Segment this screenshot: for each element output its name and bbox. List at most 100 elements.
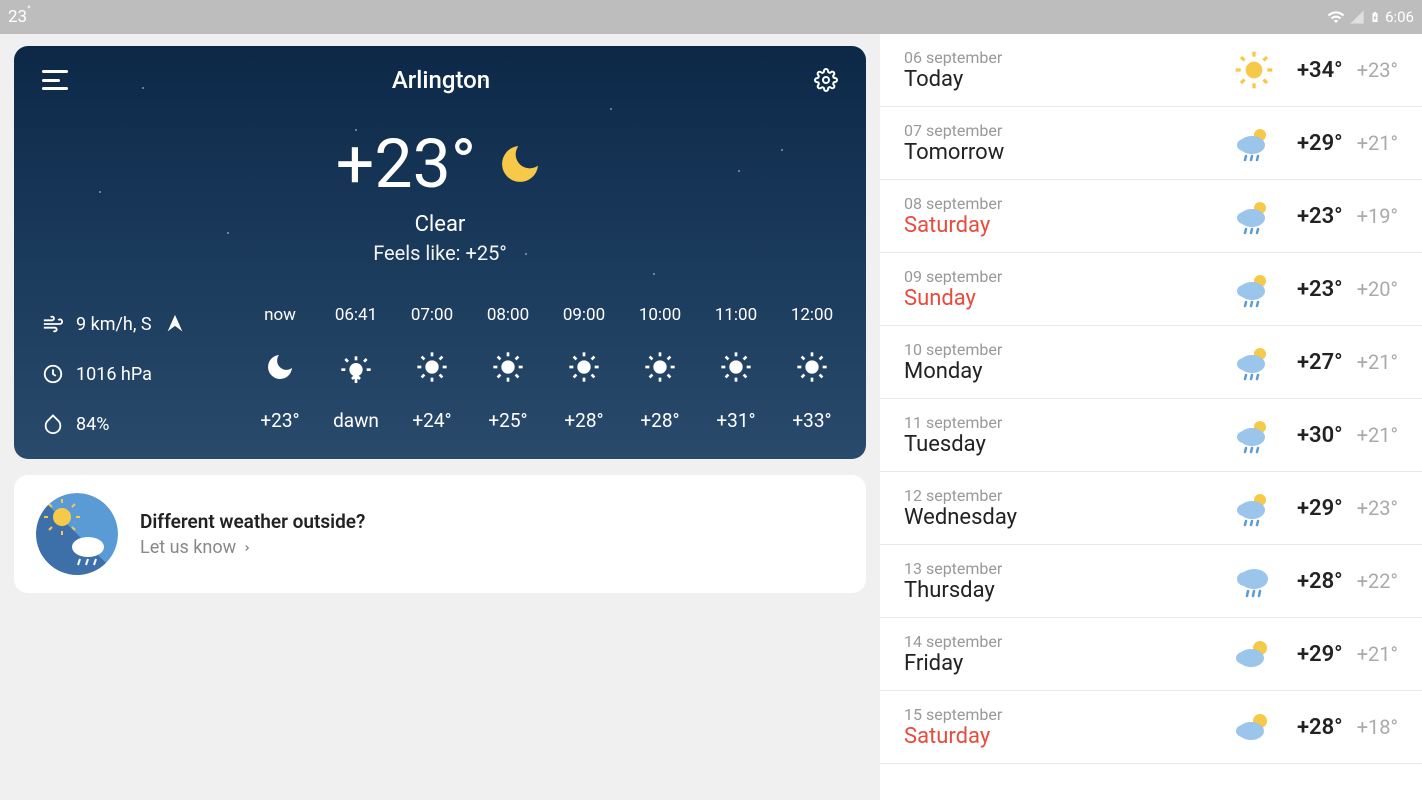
day-name: Friday xyxy=(904,651,1230,676)
pressure-icon xyxy=(42,363,64,385)
hour-time: 11:00 xyxy=(715,305,757,325)
rain-sun-icon xyxy=(1230,123,1278,163)
hour-time: 12:00 xyxy=(791,305,833,325)
day-row[interactable]: 14 september Friday +29° +21° xyxy=(880,618,1422,691)
day-high-temp: +23° xyxy=(1297,277,1343,302)
settings-button[interactable] xyxy=(814,68,838,92)
day-date: 06 september xyxy=(904,48,1230,67)
day-date: 07 september xyxy=(904,121,1230,140)
day-row[interactable]: 13 september Thursday +28° +22° xyxy=(880,545,1422,618)
hour-time: 08:00 xyxy=(487,305,529,325)
signal-icon xyxy=(1349,9,1365,25)
sun-icon xyxy=(1230,50,1278,90)
rain-sun-icon xyxy=(1230,269,1278,309)
day-name: Saturday xyxy=(904,213,1230,238)
day-name: Wednesday xyxy=(904,505,1230,530)
day-name: Saturday xyxy=(904,724,1230,749)
sun-icon xyxy=(720,349,752,385)
battery-icon xyxy=(1369,8,1381,26)
day-low-temp: +21° xyxy=(1357,642,1398,666)
day-high-temp: +28° xyxy=(1297,715,1343,740)
day-name: Tuesday xyxy=(904,432,1230,457)
hour-column: now +23° xyxy=(242,305,318,435)
day-low-temp: +22° xyxy=(1357,569,1398,593)
day-name: Monday xyxy=(904,359,1230,384)
day-date: 09 september xyxy=(904,267,1230,286)
moon-icon xyxy=(496,140,544,188)
status-time: 6:06 xyxy=(1385,8,1414,26)
daily-forecast-list[interactable]: 06 september Today +34° +23° 07 septembe… xyxy=(880,34,1422,800)
sunrise-icon xyxy=(340,349,372,385)
hour-temp: +33° xyxy=(792,409,831,432)
wind-icon xyxy=(42,313,64,335)
hour-temp: +25° xyxy=(488,409,527,432)
day-low-temp: +19° xyxy=(1357,204,1398,228)
day-low-temp: +23° xyxy=(1357,58,1398,82)
feels-like-text: Feels like: +25° xyxy=(42,241,838,265)
rain-sun-icon xyxy=(1230,196,1278,236)
day-high-temp: +30° xyxy=(1297,423,1343,448)
hour-column: 07:00 +24° xyxy=(394,305,470,435)
day-row[interactable]: 06 september Today +34° +23° xyxy=(880,34,1422,107)
chevron-right-icon xyxy=(242,541,252,555)
sun-icon xyxy=(492,349,524,385)
hour-time: 06:41 xyxy=(335,305,377,325)
day-name: Today xyxy=(904,67,1230,92)
day-name: Sunday xyxy=(904,286,1230,311)
day-date: 13 september xyxy=(904,559,1230,578)
feedback-icon xyxy=(36,493,118,575)
day-date: 11 september xyxy=(904,413,1230,432)
wind-direction-icon xyxy=(164,313,186,335)
day-row[interactable]: 08 september Saturday +23° +19° xyxy=(880,180,1422,253)
day-low-temp: +21° xyxy=(1357,350,1398,374)
rain-icon xyxy=(1230,561,1278,601)
day-high-temp: +23° xyxy=(1297,204,1343,229)
day-high-temp: +28° xyxy=(1297,569,1343,594)
rain-sun-icon xyxy=(1230,342,1278,382)
day-low-temp: +23° xyxy=(1357,496,1398,520)
day-date: 15 september xyxy=(904,705,1230,724)
feedback-card[interactable]: Different weather outside? Let us know xyxy=(14,475,866,593)
partly-icon xyxy=(1230,707,1278,747)
sun-icon xyxy=(568,349,600,385)
day-low-temp: +21° xyxy=(1357,131,1398,155)
sun-icon xyxy=(644,349,676,385)
city-title: Arlington xyxy=(392,66,490,94)
hour-temp: +24° xyxy=(412,409,451,432)
humidity-icon xyxy=(42,413,64,435)
day-row[interactable]: 09 september Sunday +23° +20° xyxy=(880,253,1422,326)
hour-time: 07:00 xyxy=(411,305,453,325)
wind-metric: 9 km/h, S xyxy=(42,313,222,335)
feedback-title: Different weather outside? xyxy=(140,510,365,533)
hour-temp: +23° xyxy=(260,409,299,432)
day-name: Tomorrow xyxy=(904,140,1230,165)
hour-column: 10:00 +28° xyxy=(622,305,698,435)
hour-temp: dawn xyxy=(333,409,379,432)
day-name: Thursday xyxy=(904,578,1230,603)
hourly-forecast[interactable]: now +23° 06:41 dawn 07:00 +24° 08:00 +25… xyxy=(242,305,838,435)
day-high-temp: +34° xyxy=(1297,58,1343,83)
moon-icon xyxy=(264,349,296,385)
day-row[interactable]: 10 september Monday +27° +21° xyxy=(880,326,1422,399)
menu-button[interactable] xyxy=(42,70,68,90)
hour-column: 12:00 +33° xyxy=(774,305,838,435)
rain-sun-icon xyxy=(1230,488,1278,528)
day-row[interactable]: 11 september Tuesday +30° +21° xyxy=(880,399,1422,472)
rain-sun-icon xyxy=(1230,415,1278,455)
day-row[interactable]: 07 september Tomorrow +29° +21° xyxy=(880,107,1422,180)
day-low-temp: +21° xyxy=(1357,423,1398,447)
pressure-metric: 1016 hPa xyxy=(42,363,222,385)
status-bar: 23° 6:06 xyxy=(0,0,1422,34)
day-high-temp: +29° xyxy=(1297,131,1343,156)
condition-text: Clear xyxy=(42,212,838,237)
day-date: 08 september xyxy=(904,194,1230,213)
day-high-temp: +29° xyxy=(1297,642,1343,667)
wifi-icon xyxy=(1327,8,1345,26)
hour-column: 11:00 +31° xyxy=(698,305,774,435)
hour-time: 10:00 xyxy=(639,305,681,325)
day-row[interactable]: 12 september Wednesday +29° +23° xyxy=(880,472,1422,545)
hour-column: 06:41 dawn xyxy=(318,305,394,435)
feedback-subtitle: Let us know xyxy=(140,537,365,558)
day-row[interactable]: 15 september Saturday +28° +18° xyxy=(880,691,1422,764)
hour-temp: +28° xyxy=(640,409,679,432)
